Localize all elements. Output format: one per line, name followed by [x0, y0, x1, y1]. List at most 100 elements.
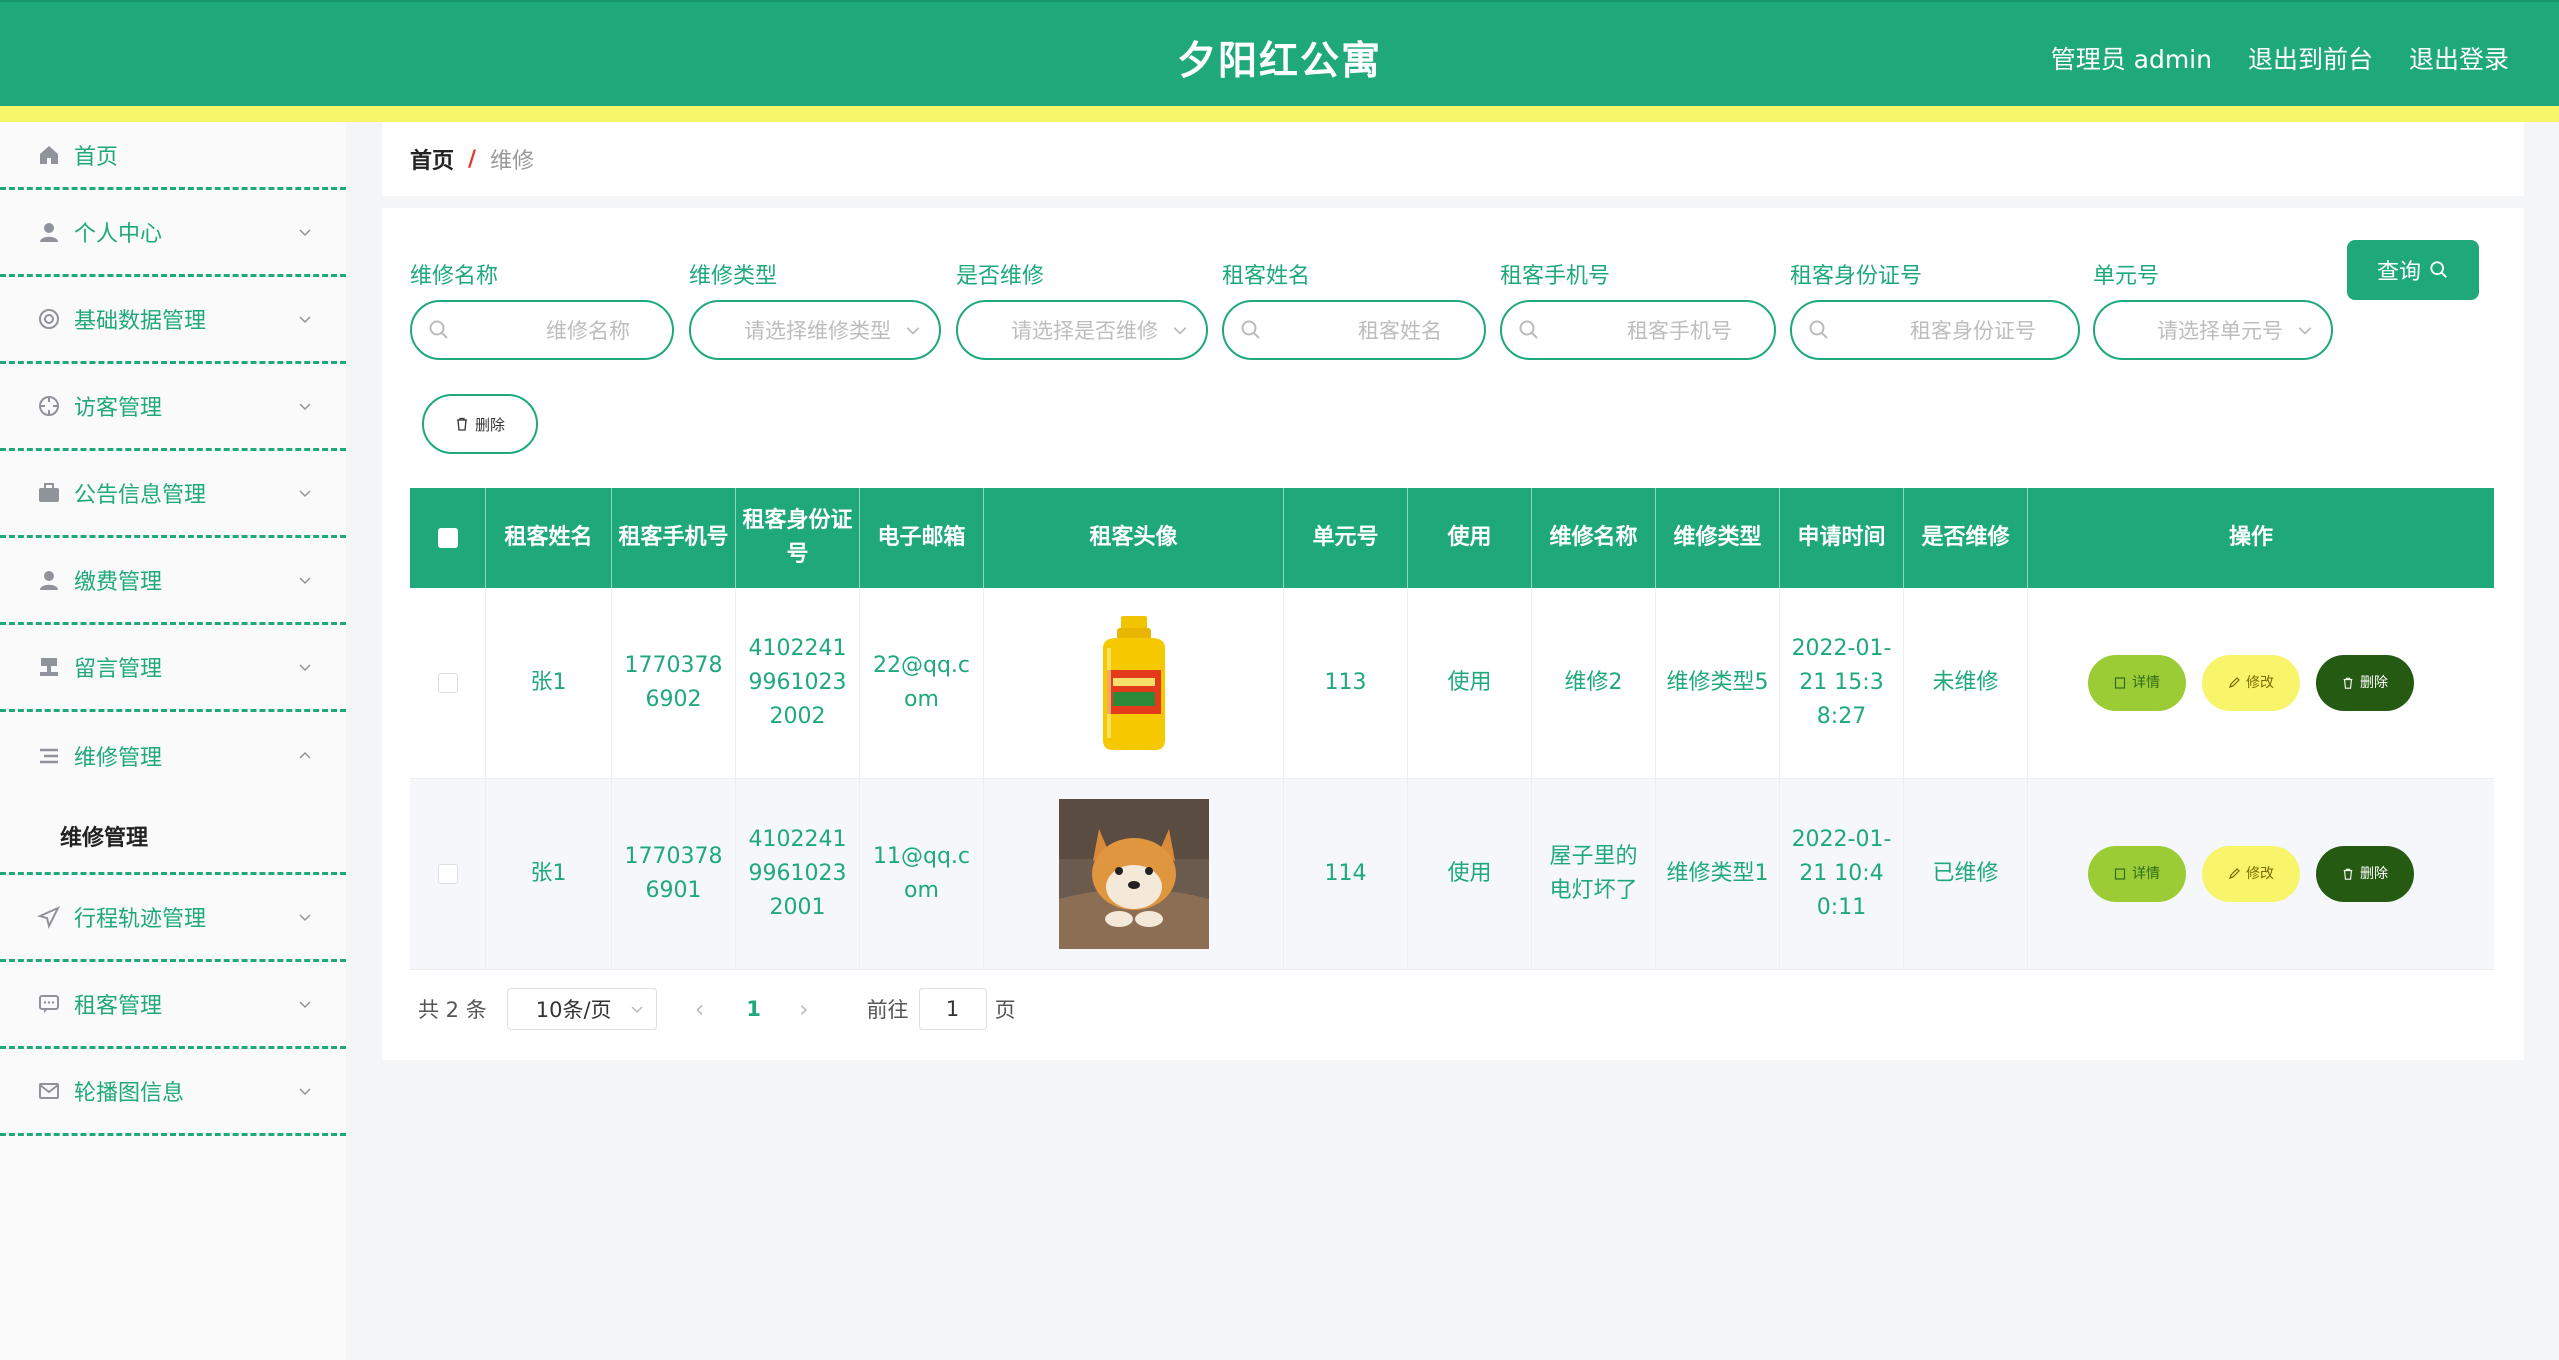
next-page-icon[interactable]: ›	[799, 995, 809, 1023]
table-header: 租客姓名 租客手机号 租客身份证号 电子邮箱 租客头像 单元号 使用 维修名称 …	[410, 488, 2494, 588]
delete-button[interactable]: 删除	[2316, 846, 2414, 902]
sidebar-item-tenant[interactable]: 租客管理	[0, 962, 346, 1049]
tenant-phone-input[interactable]: 租客手机号	[1500, 300, 1776, 360]
detail-label: 详情	[2132, 675, 2160, 691]
table-row: 张1 17703786902 410224199610232002 22@qq.…	[410, 588, 2494, 779]
cell-tenant-name: 张1	[486, 588, 612, 778]
oil-bottle-image[interactable]	[1058, 608, 1209, 758]
tenant-idcard-input[interactable]: 租客身份证号	[1790, 300, 2080, 360]
sidebar-item-banner[interactable]: 轮播图信息	[0, 1049, 346, 1136]
sidebar-item-label: 留言管理	[74, 657, 163, 682]
row-checkbox[interactable]	[437, 864, 458, 884]
filter-label-repair-type: 维修类型	[689, 264, 778, 289]
page-number[interactable]: 1	[746, 997, 761, 1021]
chevron-down-icon	[299, 577, 311, 585]
home-icon	[36, 142, 62, 168]
sidebar-item-label: 基础数据管理	[74, 309, 207, 334]
cell-ops: 详情 修改 删除	[2028, 588, 2474, 778]
sidebar-item-personal[interactable]: 个人中心	[0, 190, 346, 277]
breadcrumb-home[interactable]: 首页	[410, 143, 454, 175]
cell-unit: 114	[1284, 779, 1408, 969]
header-actions: 管理员 admin 退出到前台 退出登录	[2051, 40, 2509, 76]
user-icon	[36, 219, 62, 245]
sidebar-item-message[interactable]: 留言管理	[0, 625, 346, 712]
edit-button[interactable]: 修改	[2202, 655, 2300, 711]
repaired-select[interactable]: 请选择是否维修	[956, 300, 1208, 360]
to-front-link[interactable]: 退出到前台	[2248, 40, 2373, 76]
prev-page-icon[interactable]: ‹	[695, 995, 705, 1023]
sidebar-item-visitor[interactable]: 访客管理	[0, 364, 346, 451]
sidebar-item-label: 个人中心	[74, 222, 163, 247]
detail-button[interactable]: 详情	[2088, 846, 2186, 902]
col-header: 电子邮箱	[860, 488, 984, 588]
admin-label: 管理员 admin	[2050, 45, 2212, 74]
query-label: 查询	[2376, 260, 2421, 285]
top-header: 夕阳红公寓 管理员 admin 退出到前台 退出登录	[0, 0, 2559, 106]
crosshair-icon	[36, 393, 62, 419]
detail-label: 详情	[2132, 866, 2160, 882]
stamp-icon	[36, 654, 62, 680]
sidebar-subitem-repair[interactable]: 维修管理	[0, 799, 346, 875]
sidebar-item-repair[interactable]: 维修管理	[0, 712, 346, 799]
cell-apply-time: 2022-01-21 10:40:11	[1780, 779, 1904, 969]
detail-button[interactable]: 详情	[2088, 655, 2186, 711]
goto-page-input[interactable]: 1	[918, 988, 987, 1030]
tenant-name-input[interactable]: 租客姓名	[1222, 300, 1486, 360]
page-size-select[interactable]: 10条/页	[506, 988, 657, 1030]
cell-use: 使用	[1408, 588, 1532, 778]
cell-apply-time: 2022-01-21 15:38:27	[1780, 588, 1904, 778]
col-header: 使用	[1408, 488, 1532, 588]
cell-repair-name: 维修2	[1532, 588, 1656, 778]
chevron-down-icon	[299, 664, 311, 672]
filter-label-tenant-idcard: 租客身份证号	[1790, 264, 1923, 289]
placeholder: 请选择单元号	[2157, 319, 2283, 343]
row-checkbox[interactable]	[437, 673, 458, 693]
document-icon	[2114, 677, 2126, 689]
filter-label-tenant-name: 租客姓名	[1222, 264, 1311, 289]
placeholder: 租客手机号	[1627, 319, 1732, 343]
logout-link[interactable]: 退出登录	[2409, 40, 2509, 76]
col-header: 租客姓名	[486, 488, 612, 588]
send-icon	[36, 904, 62, 930]
row-select-cell	[410, 588, 486, 778]
delete-label: 删除	[2360, 866, 2388, 882]
col-header: 操作	[2228, 525, 2273, 550]
chevron-down-icon	[299, 316, 311, 324]
edit-button[interactable]: 修改	[2202, 846, 2300, 902]
page-size-value: 10条/页	[535, 998, 612, 1022]
sidebar-item-trip[interactable]: 行程轨迹管理	[0, 875, 346, 962]
select-all-checkbox[interactable]	[437, 528, 458, 548]
row-select-cell	[410, 779, 486, 969]
sidebar-item-base-data[interactable]: 基础数据管理	[0, 277, 346, 364]
shiba-dog-image[interactable]	[1058, 799, 1209, 949]
col-header: 租客手机号	[612, 488, 736, 588]
filter-label-unit: 单元号	[2093, 264, 2160, 289]
placeholder: 租客身份证号	[1910, 319, 2036, 343]
batch-delete-button[interactable]: 删除	[422, 394, 538, 454]
sidebar-item-payment[interactable]: 缴费管理	[0, 538, 346, 625]
goto-label: 前往	[866, 998, 909, 1022]
sidebar-item-home[interactable]: 首页	[0, 122, 346, 190]
select-all-cell	[410, 488, 486, 588]
cell-avatar	[984, 588, 1284, 778]
trash-icon	[2343, 868, 2353, 880]
placeholder: 请选择维修类型	[744, 319, 891, 343]
sidebar-item-label: 缴费管理	[74, 570, 163, 595]
database-icon	[36, 306, 62, 332]
sidebar-item-label: 行程轨迹管理	[74, 907, 207, 932]
repair-name-input[interactable]: 维修名称	[410, 300, 674, 360]
search-icon	[1519, 320, 1538, 339]
delete-button[interactable]: 删除	[2316, 655, 2414, 711]
unit-select[interactable]: 请选择单元号	[2093, 300, 2333, 360]
cell-phone: 17703786902	[612, 588, 736, 778]
mail-icon	[36, 1078, 62, 1104]
query-button[interactable]: 查询	[2347, 240, 2479, 300]
chevron-down-icon	[299, 1088, 311, 1096]
cell-email: 22@qq.com	[860, 588, 984, 778]
sidebar-item-notice[interactable]: 公告信息管理	[0, 451, 346, 538]
user-icon	[36, 567, 62, 593]
batch-delete-label: 删除	[474, 415, 505, 434]
chevron-down-icon	[906, 327, 920, 335]
repair-type-select[interactable]: 请选择维修类型	[689, 300, 941, 360]
sidebar-item-label: 轮播图信息	[74, 1081, 185, 1106]
